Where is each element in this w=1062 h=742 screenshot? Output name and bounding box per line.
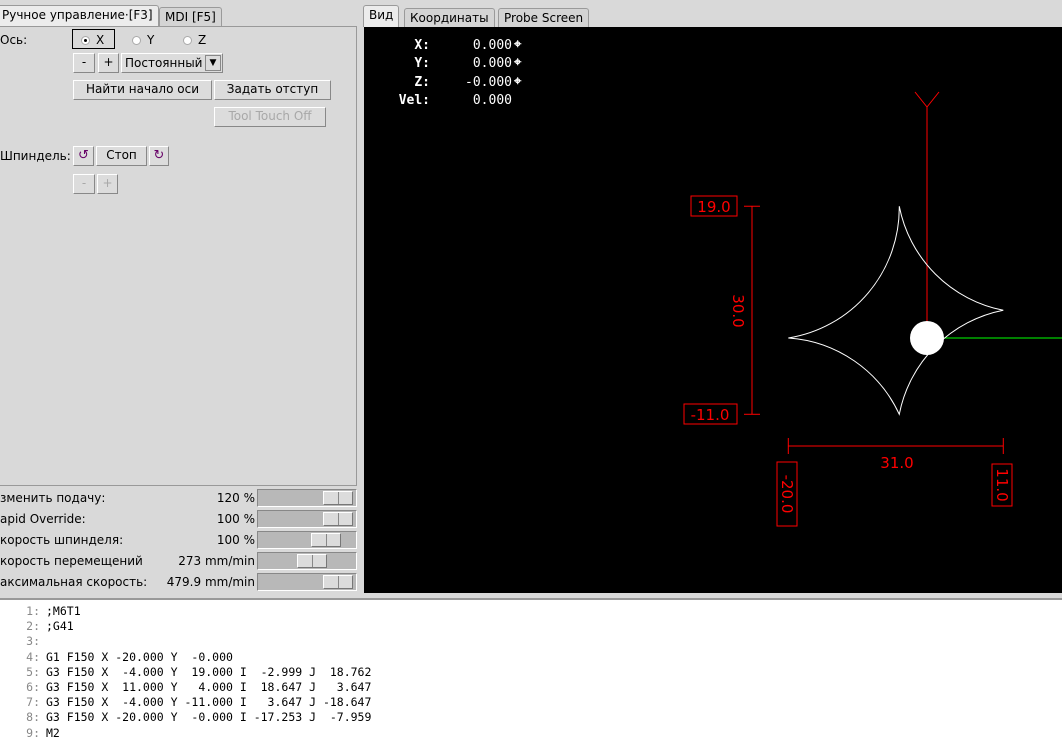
tab-coordinates[interactable]: Координаты	[404, 8, 495, 27]
line-number: 7:	[26, 695, 40, 710]
toolpath-preview: 19.0 -11.0 30.0 31.0 -20.0 11.0	[683, 91, 1062, 527]
gcode-line[interactable]: 4: G1 F150 X -20.000 Y -0.000	[0, 650, 1062, 665]
line-number: 2:	[26, 619, 40, 634]
dro-value: 0.000	[472, 56, 512, 72]
line-number: 4:	[26, 649, 40, 664]
dim-xmax-label: 11.0	[993, 468, 1011, 501]
line-text: G3 F150 X 11.000 Y 4.000 I 18.647 J 3.64…	[46, 679, 372, 694]
spindle-ccw-button[interactable]: ↺	[73, 146, 94, 166]
override-slider-row: apid Override: 100 %	[0, 509, 358, 529]
slider-label: зменить подачу:	[0, 491, 106, 505]
dro-value: -0.000	[465, 74, 512, 90]
tab-mdi[interactable]: MDI [F5]	[159, 7, 222, 27]
dim-ymin-label: -11.0	[691, 406, 730, 424]
spindle-cw-button[interactable]: ↻	[149, 146, 169, 166]
tab-manual[interactable]: Ручное управление·[F3]	[0, 5, 159, 27]
line-text: M2	[46, 725, 60, 740]
line-number: 9:	[26, 725, 40, 740]
tool-position-marker	[910, 321, 944, 355]
line-text: G3 F150 X -4.000 Y -11.000 I 3.647 J -18…	[46, 695, 372, 710]
line-number: 1:	[26, 604, 40, 618]
dro-value: 0.000	[472, 38, 512, 53]
slider-trough[interactable]	[257, 531, 357, 549]
toolpath	[788, 206, 1004, 416]
tab-view[interactable]: Вид	[363, 5, 400, 27]
line-text: ;G41	[46, 619, 74, 634]
slider-value: 273 mm/min	[178, 554, 255, 568]
spindle-cw-icon: ↻	[153, 148, 165, 163]
line-text: G3 F150 X -20.000 Y -0.000 I -17.253 J -…	[46, 710, 372, 725]
dim-height-label: 30.0	[729, 294, 747, 327]
y-axis-letter-icon	[914, 91, 940, 124]
slider-thumb[interactable]	[311, 533, 341, 547]
line-number: 6:	[26, 679, 40, 694]
gcode-line[interactable]: 2: ;G41	[0, 619, 1062, 634]
gcode-line[interactable]: 5: G3 F150 X -4.000 Y 19.000 I -2.999 J 1…	[0, 665, 1062, 680]
slider-thumb[interactable]	[323, 575, 353, 589]
slider-trough[interactable]	[257, 573, 357, 591]
slider-thumb[interactable]	[323, 491, 353, 505]
slider-value: 100 %	[216, 512, 255, 526]
preview-viewport[interactable]: 19.0 -11.0 30.0 31.0 -20.0 11.0	[364, 27, 1062, 593]
slider-trough[interactable]	[257, 510, 357, 528]
dim-xmin-label: -20.0	[778, 475, 796, 514]
slider-thumb[interactable]	[323, 512, 353, 526]
spindle-label: Шпиндель:	[0, 149, 71, 163]
homed-icon: ⌖	[514, 73, 522, 89]
slider-label: аксимальная скорость:	[0, 575, 148, 589]
override-slider-row: корость перемещений 273 mm/min	[0, 551, 358, 571]
override-slider-row: зменить подачу: 120 %	[0, 488, 358, 508]
dim-width-label: 31.0	[880, 454, 913, 472]
slider-label: корость перемещений	[0, 554, 143, 568]
slider-thumb[interactable]	[297, 554, 327, 568]
line-text: G3 F150 X -4.000 Y 19.000 I -2.999 J 18.…	[46, 664, 372, 679]
gcode-line[interactable]: 3:	[0, 634, 1062, 649]
line-text: G1 F150 X -20.000 Y -0.000	[46, 649, 233, 664]
slider-label: apid Override:	[0, 512, 86, 526]
spindle-ccw-icon: ↺	[78, 148, 89, 163]
dim-ymax-label: 19.0	[697, 198, 730, 216]
homed-icon: ⌖	[514, 55, 522, 71]
tool-touch-off-button[interactable]: Tool Touch Off	[214, 107, 326, 127]
line-text: ;M6T1	[46, 604, 81, 618]
gcode-listing[interactable]: 1: ;M6T1 2: ;G41 3: 4: G1 F150 X -20.000 Y -0.…	[0, 598, 1062, 742]
gcode-line[interactable]: 6: G3 F150 X 11.000 Y 4.000 I 18.647 J 3.…	[0, 680, 1062, 695]
override-slider-row: аксимальная скорость: 479.9 mm/min	[0, 572, 358, 592]
spindle-minus-button[interactable]: -	[73, 174, 95, 194]
tab-probe-screen[interactable]: Probe Screen	[498, 8, 590, 27]
gcode-line[interactable]: 9: M2	[0, 726, 1062, 741]
dro-value: 0.000	[472, 92, 512, 108]
slider-trough[interactable]	[257, 489, 357, 507]
line-number: 3:	[26, 634, 40, 649]
slider-trough[interactable]	[257, 552, 357, 570]
override-slider-row: корость шпинделя: 100 %	[0, 530, 358, 550]
spindle-stop-button[interactable]: Стоп	[96, 146, 147, 166]
homed-icon: ⌖	[514, 37, 522, 52]
line-number: 5:	[26, 664, 40, 679]
gcode-line[interactable]: 7: G3 F150 X -4.000 Y -11.000 I 3.647 J -…	[0, 695, 1062, 710]
gcode-line[interactable]: 8: G3 F150 X -20.000 Y -0.000 I -17.253 J…	[0, 710, 1062, 725]
slider-value: 479.9 mm/min	[166, 575, 255, 589]
spindle-plus-button[interactable]: +	[97, 174, 118, 194]
gcode-line[interactable]: 1: ;M6T1	[0, 604, 1062, 619]
slider-value: 120 %	[216, 491, 255, 505]
line-number: 8:	[26, 710, 40, 725]
slider-value: 100 %	[216, 533, 255, 547]
slider-label: корость шпинделя:	[0, 533, 124, 547]
